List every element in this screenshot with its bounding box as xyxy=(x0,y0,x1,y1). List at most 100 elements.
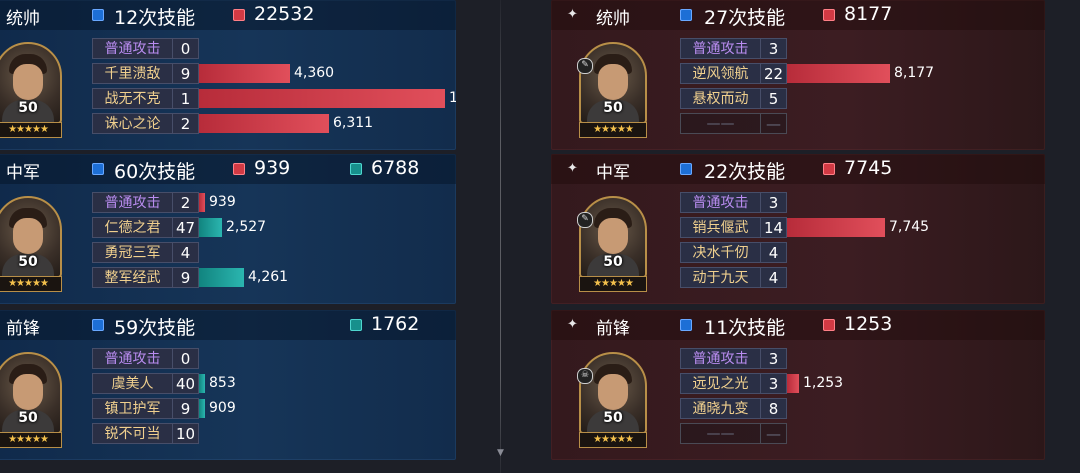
skill-row[interactable]: 动于九天 4 xyxy=(680,267,1040,288)
skill-value: 4,261 xyxy=(248,269,289,285)
level-label: 50 xyxy=(18,410,38,426)
skill-use-count: 0 xyxy=(173,38,199,59)
skill-row[interactable]: 普通攻击 0 xyxy=(92,38,452,59)
heal-total: 1762 xyxy=(371,313,420,335)
skill-name: 远见之光 xyxy=(680,373,761,394)
skill-name: 动于九天 xyxy=(680,267,761,288)
card-header: 统帅 12次技能 22532 xyxy=(0,0,456,30)
skill-value: 2,527 xyxy=(226,219,267,235)
skill-use-count: 4 xyxy=(761,267,787,288)
skill-use-count: 3 xyxy=(761,192,787,213)
skill-value: 11,861 xyxy=(449,90,456,106)
skill-name: 诛心之论 xyxy=(92,113,173,134)
skill-use-count: 0 xyxy=(173,348,199,369)
skill-name: 通晓九变 xyxy=(680,398,761,419)
skill-use-count: 9 xyxy=(173,398,199,419)
skill-use-count: 9 xyxy=(173,63,199,84)
skill-row[interactable]: 整军经武 9 4,261 xyxy=(92,267,452,288)
damage-bar xyxy=(199,193,205,212)
skill-row[interactable]: —— — xyxy=(680,423,1040,444)
card-header: ✦ 中军 22次技能 7745 xyxy=(551,154,1045,184)
skill-use-count: 40 xyxy=(173,373,199,394)
skill-name: 锐不可当 xyxy=(92,423,173,444)
general-portrait[interactable]: ✎ 50 ★★★★★ xyxy=(577,42,647,138)
general-portrait[interactable]: 50 ★★★★★ xyxy=(0,196,62,292)
damage-icon xyxy=(233,9,245,21)
general-portrait[interactable]: 50 ★★★★★ xyxy=(0,42,62,138)
skill-row[interactable]: 通晓九变 8 xyxy=(680,398,1040,419)
skill-count-icon xyxy=(92,163,104,175)
heal-icon xyxy=(350,163,362,175)
skill-row[interactable]: 普通攻击 3 xyxy=(680,192,1040,213)
skill-count: 12次技能 xyxy=(114,7,196,29)
card-header: 中军 60次技能 939 6788 xyxy=(0,154,456,184)
skill-row[interactable]: 普通攻击 0 xyxy=(92,348,452,369)
skill-row[interactable]: 逆风领航 22 8,177 xyxy=(680,63,1040,84)
skill-row[interactable]: 千里溃敌 9 4,360 xyxy=(92,63,452,84)
skill-row[interactable]: 仁德之君 47 2,527 xyxy=(92,217,452,238)
skill-name: 普通攻击 xyxy=(92,38,173,59)
skill-row[interactable]: —— — xyxy=(680,113,1040,134)
skill-value: 7,745 xyxy=(889,219,930,235)
skill-name: —— xyxy=(680,113,761,134)
damage-icon xyxy=(823,9,835,21)
skill-name: —— xyxy=(680,423,761,444)
ally-card-center: 中军 60次技能 939 6788 50 ★★★★★ 普通攻击 2 939 仁德之君 4… xyxy=(0,154,456,304)
skill-row[interactable]: 远见之光 3 1,253 xyxy=(680,373,1040,394)
skill-name: 整军经武 xyxy=(92,267,173,288)
rank-stars: ★★★★★ xyxy=(579,276,647,292)
skill-row[interactable]: 销兵偃武 14 7,745 xyxy=(680,217,1040,238)
skill-row[interactable]: 诛心之论 2 6,311 xyxy=(92,113,452,134)
pen-icon: ✎ xyxy=(577,58,593,74)
ally-card-commander: 统帅 12次技能 22532 50 ★★★★★ 普通攻击 0 千里溃敌 9 4,360 战… xyxy=(0,0,456,150)
skill-name: 普通攻击 xyxy=(680,192,761,213)
skill-value: 909 xyxy=(209,400,236,416)
four-point-star-icon: ✦ xyxy=(567,161,578,176)
skill-row[interactable]: 普通攻击 3 xyxy=(680,348,1040,369)
role-label: 统帅 xyxy=(6,9,40,29)
skill-count-icon xyxy=(92,9,104,21)
skill-row[interactable]: 勇冠三军 4 xyxy=(92,242,452,263)
skill-row[interactable]: 普通攻击 3 xyxy=(680,38,1040,59)
skill-row[interactable]: 战无不克1 11,861 xyxy=(92,88,456,109)
rank-stars: ★★★★★ xyxy=(579,432,647,448)
level-label: 50 xyxy=(603,100,623,116)
damage-total: 22532 xyxy=(254,3,315,25)
role-label: 统帅 xyxy=(596,9,630,29)
damage-bar xyxy=(199,89,445,108)
four-point-star-icon: ✦ xyxy=(567,317,578,332)
center-divider xyxy=(500,0,501,473)
damage-bar xyxy=(787,374,799,393)
rank-stars: ★★★★★ xyxy=(0,432,62,448)
role-label: 中军 xyxy=(6,163,40,183)
general-portrait[interactable]: 50 ★★★★★ xyxy=(0,352,62,448)
skill-use-count: 3 xyxy=(761,348,787,369)
card-header: 前锋 59次技能 1762 xyxy=(0,310,456,340)
skill-count-icon xyxy=(680,319,692,331)
skill-row[interactable]: 悬权而动 5 xyxy=(680,88,1040,109)
skill-row[interactable]: 虞美人 40 853 xyxy=(92,373,452,394)
level-label: 50 xyxy=(603,410,623,426)
skill-use-count: 22 xyxy=(761,63,787,84)
skill-row[interactable]: 镇卫护军 9 909 xyxy=(92,398,452,419)
enemy-card-vanguard: ✦ 前锋 11次技能 1253 ☠ 50 ★★★★★ 普通攻击 3 远见之光 3 1,2… xyxy=(551,310,1045,460)
general-portrait[interactable]: ✎ 50 ★★★★★ xyxy=(577,196,647,292)
skill-count: 59次技能 xyxy=(114,317,196,339)
heal-icon xyxy=(350,319,362,331)
damage-bar xyxy=(787,218,885,237)
skill-use-count: 5 xyxy=(761,88,787,109)
role-label: 中军 xyxy=(596,163,630,183)
enemy-card-commander: ✦ 统帅 27次技能 8177 ✎ 50 ★★★★★ 普通攻击 3 逆风领航 22 8,… xyxy=(551,0,1045,150)
skill-row[interactable]: 普通攻击 2 939 xyxy=(92,192,452,213)
skill-name: 决水千仞 xyxy=(680,242,761,263)
level-label: 50 xyxy=(18,100,38,116)
skull-icon: ☠ xyxy=(577,368,593,384)
general-portrait[interactable]: ☠ 50 ★★★★★ xyxy=(577,352,647,448)
skill-use-count: 4 xyxy=(173,242,199,263)
skill-row[interactable]: 锐不可当 10 xyxy=(92,423,452,444)
skill-use-count: 9 xyxy=(173,267,199,288)
damage-total: 7745 xyxy=(844,157,893,179)
skill-value: 6,311 xyxy=(333,115,374,131)
skill-row[interactable]: 决水千仞 4 xyxy=(680,242,1040,263)
damage-bar xyxy=(199,114,329,133)
